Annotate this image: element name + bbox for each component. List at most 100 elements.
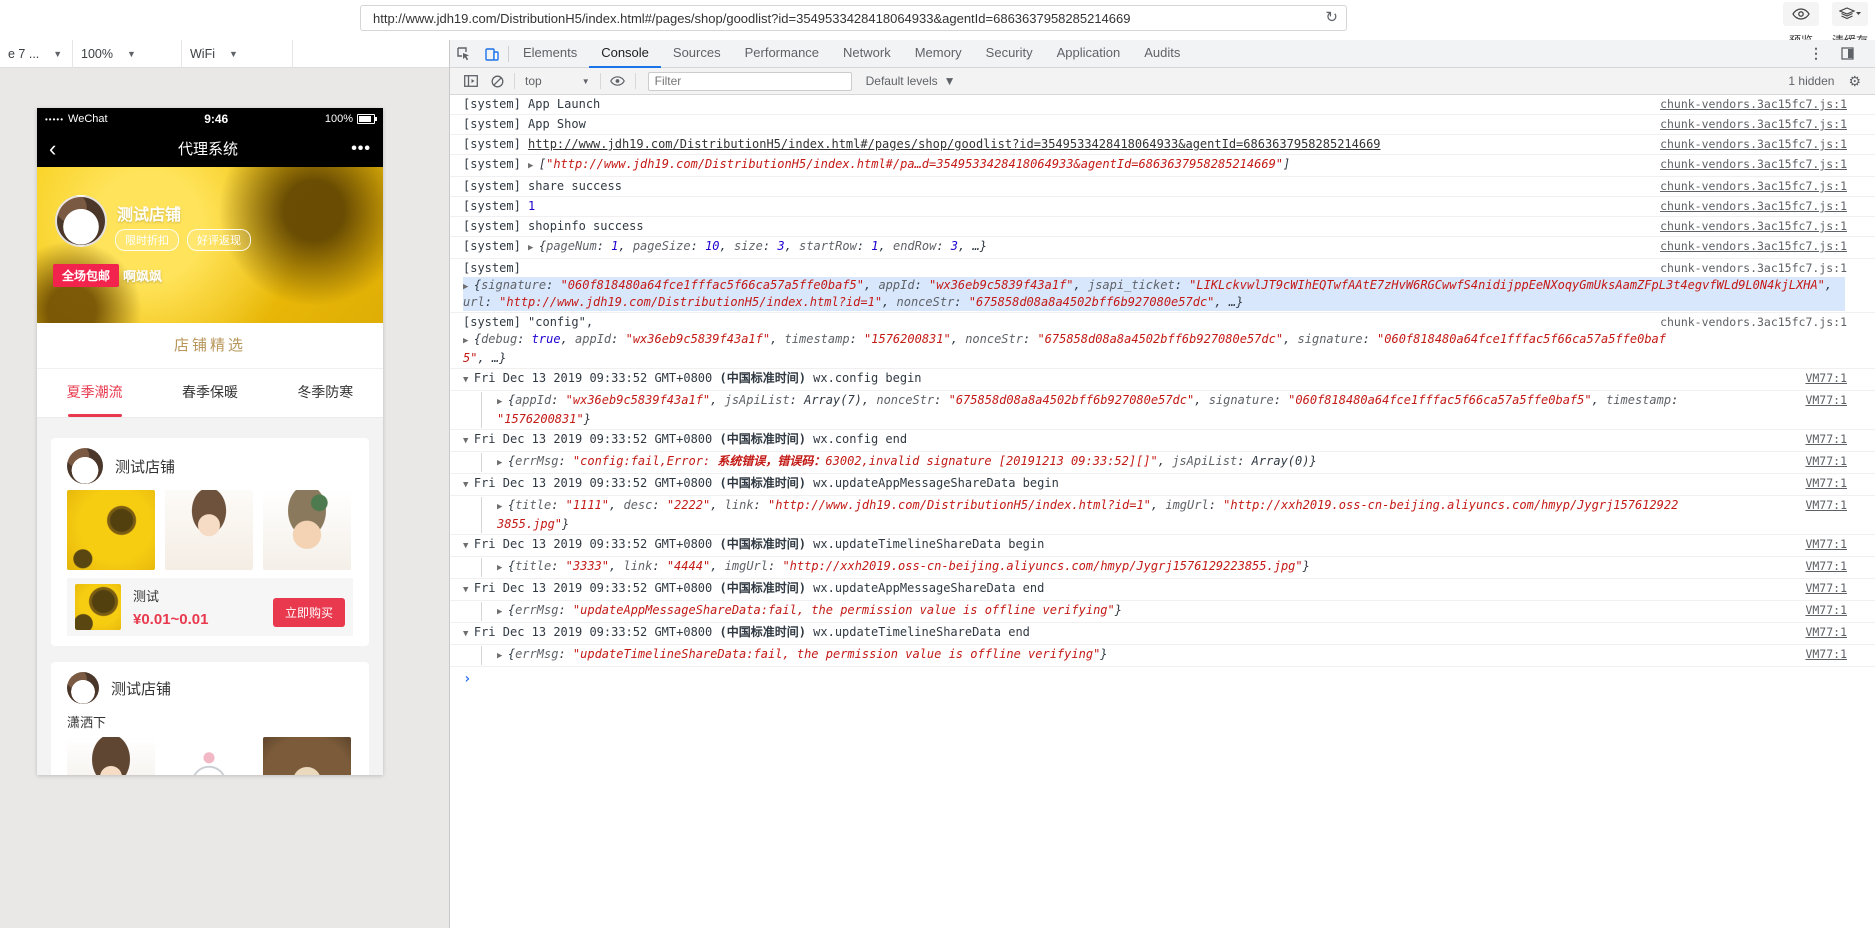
- devtools-tab-memory[interactable]: Memory: [903, 40, 974, 68]
- product-image-sunflower[interactable]: [67, 490, 155, 570]
- source-link[interactable]: VM77:1: [1805, 371, 1847, 385]
- inspect-icon[interactable]: [450, 40, 478, 67]
- disclosure-caret-icon[interactable]: ▶: [497, 397, 508, 407]
- tab-winter[interactable]: 冬季防寒: [268, 369, 383, 417]
- url-bar[interactable]: ↻: [360, 5, 1347, 31]
- console-text: :: [484, 295, 500, 309]
- tab-summer[interactable]: 夏季潮流: [37, 369, 152, 417]
- disclosure-caret-icon[interactable]: ▶: [497, 607, 508, 617]
- devtools-panel: Elements Console Sources Performance Network…: [450, 40, 1875, 928]
- source-link[interactable]: VM77:1: [1805, 537, 1847, 551]
- disclosure-caret-icon[interactable]: ▼: [463, 375, 474, 385]
- product-image-cat[interactable]: [165, 737, 253, 775]
- back-button[interactable]: ‹: [49, 137, 69, 159]
- chevron-down-icon: ▼: [229, 48, 238, 59]
- devtools-tab-network[interactable]: Network: [831, 40, 903, 68]
- console-text: ,: [784, 239, 800, 253]
- network-select[interactable]: WiFi ▼: [182, 40, 293, 68]
- console-sidebar-icon[interactable]: [458, 68, 484, 94]
- devtools-tab-console[interactable]: Console: [589, 40, 661, 68]
- source-link[interactable]: VM77:1: [1805, 498, 1847, 512]
- source-link[interactable]: chunk-vendors.3ac15fc7.js:1: [1660, 117, 1847, 131]
- console-prompt[interactable]: ›: [450, 667, 1875, 687]
- console-text: [system]: [463, 261, 521, 275]
- source-link[interactable]: chunk-vendors.3ac15fc7.js:1: [1660, 199, 1847, 213]
- source-link[interactable]: VM77:1: [1805, 393, 1847, 407]
- shop-card[interactable]: 测试店铺 潇洒下: [51, 662, 369, 775]
- devtools-tab-sources[interactable]: Sources: [661, 40, 733, 68]
- disclosure-caret-icon[interactable]: ▶: [528, 161, 539, 171]
- source-link[interactable]: chunk-vendors.3ac15fc7.js:1: [1660, 261, 1847, 275]
- disclosure-caret-icon[interactable]: ▶: [463, 282, 474, 292]
- disclosure-caret-icon[interactable]: ▼: [463, 585, 474, 595]
- device-toolbar-icon[interactable]: [478, 40, 506, 67]
- product-image-monkey[interactable]: [263, 737, 351, 775]
- console-text: {: [507, 559, 516, 573]
- console-row: ▶ {appId: "wx36eb9c5839f43a1f", jsApiLis…: [450, 391, 1875, 430]
- device-select[interactable]: e 7 ... ▼: [0, 40, 73, 68]
- device-select-value: e 7 ...: [8, 46, 40, 61]
- live-expression-eye-icon[interactable]: [605, 68, 631, 94]
- source-link[interactable]: VM77:1: [1805, 454, 1847, 468]
- console-row: [system] App Launch chunk-vendors.3ac15fc…: [450, 95, 1875, 115]
- source-link[interactable]: chunk-vendors.3ac15fc7.js:1: [1660, 97, 1847, 111]
- console-text: }: [1302, 559, 1310, 573]
- disclosure-caret-icon[interactable]: ▶: [497, 458, 508, 468]
- clear-console-icon[interactable]: [484, 68, 510, 94]
- source-link[interactable]: VM77:1: [1805, 603, 1847, 617]
- product-thumbnail[interactable]: [75, 584, 121, 630]
- devtools-tab-audits[interactable]: Audits: [1132, 40, 1192, 68]
- console-text: pageNum: [546, 239, 597, 253]
- devtools-menu-icon[interactable]: ⋮: [1805, 45, 1827, 62]
- console-settings-gear-icon[interactable]: ⚙: [1848, 73, 1861, 90]
- console-text: : Array(0)}: [1237, 454, 1317, 468]
- console-text: }: [562, 517, 570, 531]
- console-row: [system] 1 chunk-vendors.3ac15fc7.js:1: [450, 197, 1875, 217]
- source-link[interactable]: VM77:1: [1805, 432, 1847, 446]
- more-menu-button[interactable]: •••: [347, 140, 371, 158]
- source-link[interactable]: chunk-vendors.3ac15fc7.js:1: [1660, 137, 1847, 151]
- devtools-tab-elements[interactable]: Elements: [511, 40, 589, 68]
- source-link[interactable]: chunk-vendors.3ac15fc7.js:1: [1660, 157, 1847, 171]
- disclosure-caret-icon[interactable]: ▶: [497, 651, 508, 661]
- source-link[interactable]: VM77:1: [1805, 581, 1847, 595]
- devtools-tab-security[interactable]: Security: [974, 40, 1045, 68]
- disclosure-caret-icon[interactable]: ▼: [463, 436, 474, 446]
- source-link[interactable]: chunk-vendors.3ac15fc7.js:1: [1660, 179, 1847, 193]
- source-link[interactable]: chunk-vendors.3ac15fc7.js:1: [1660, 239, 1847, 253]
- disclosure-caret-icon[interactable]: ▶: [528, 243, 539, 253]
- console-url-link[interactable]: http://www.jdh19.com/DistributionH5/inde…: [528, 137, 1381, 151]
- source-link[interactable]: VM77:1: [1805, 625, 1847, 639]
- product-image-girl[interactable]: [67, 737, 155, 775]
- dock-side-icon[interactable]: [1833, 40, 1861, 67]
- source-link[interactable]: chunk-vendors.3ac15fc7.js:1: [1660, 315, 1847, 329]
- source-link[interactable]: VM77:1: [1805, 476, 1847, 490]
- product-image-boy[interactable]: [263, 490, 351, 570]
- product-row[interactable]: 测试 ¥0.01~0.01 立即购买: [67, 578, 353, 636]
- console-filter-input[interactable]: [647, 71, 852, 91]
- source-link[interactable]: VM77:1: [1805, 559, 1847, 573]
- disclosure-caret-icon[interactable]: ▶: [497, 563, 508, 573]
- console-log-area: [system] App Launch chunk-vendors.3ac15fc…: [450, 95, 1875, 928]
- log-levels-selector[interactable]: Default levels ▼: [866, 74, 956, 88]
- tab-spring[interactable]: 春季保暖: [152, 369, 267, 417]
- disclosure-caret-icon[interactable]: ▼: [463, 480, 474, 490]
- disclosure-caret-icon[interactable]: ▶: [497, 502, 508, 512]
- shop-card[interactable]: 测试店铺 测试 ¥0.01~0.01 立即购买: [51, 438, 369, 646]
- product-image-girl[interactable]: [165, 490, 253, 570]
- disclosure-caret-icon[interactable]: ▼: [463, 541, 474, 551]
- devtools-tab-performance[interactable]: Performance: [733, 40, 831, 68]
- zoom-select[interactable]: 100% ▼: [73, 40, 182, 68]
- source-link[interactable]: VM77:1: [1805, 647, 1847, 661]
- source-link[interactable]: chunk-vendors.3ac15fc7.js:1: [1660, 219, 1847, 233]
- url-input[interactable]: [371, 6, 1305, 30]
- refresh-icon[interactable]: ↻: [1325, 8, 1338, 26]
- disclosure-caret-icon[interactable]: ▼: [463, 629, 474, 639]
- context-selector[interactable]: top ▼: [519, 74, 596, 88]
- disclosure-caret-icon[interactable]: ▶: [463, 336, 474, 346]
- console-text: [system]: [463, 157, 529, 171]
- buy-now-button[interactable]: 立即购买: [272, 598, 345, 627]
- devtools-tab-application[interactable]: Application: [1045, 40, 1133, 68]
- console-text: jsApiList: [1172, 454, 1238, 468]
- console-text: (中国标准时间): [719, 432, 806, 446]
